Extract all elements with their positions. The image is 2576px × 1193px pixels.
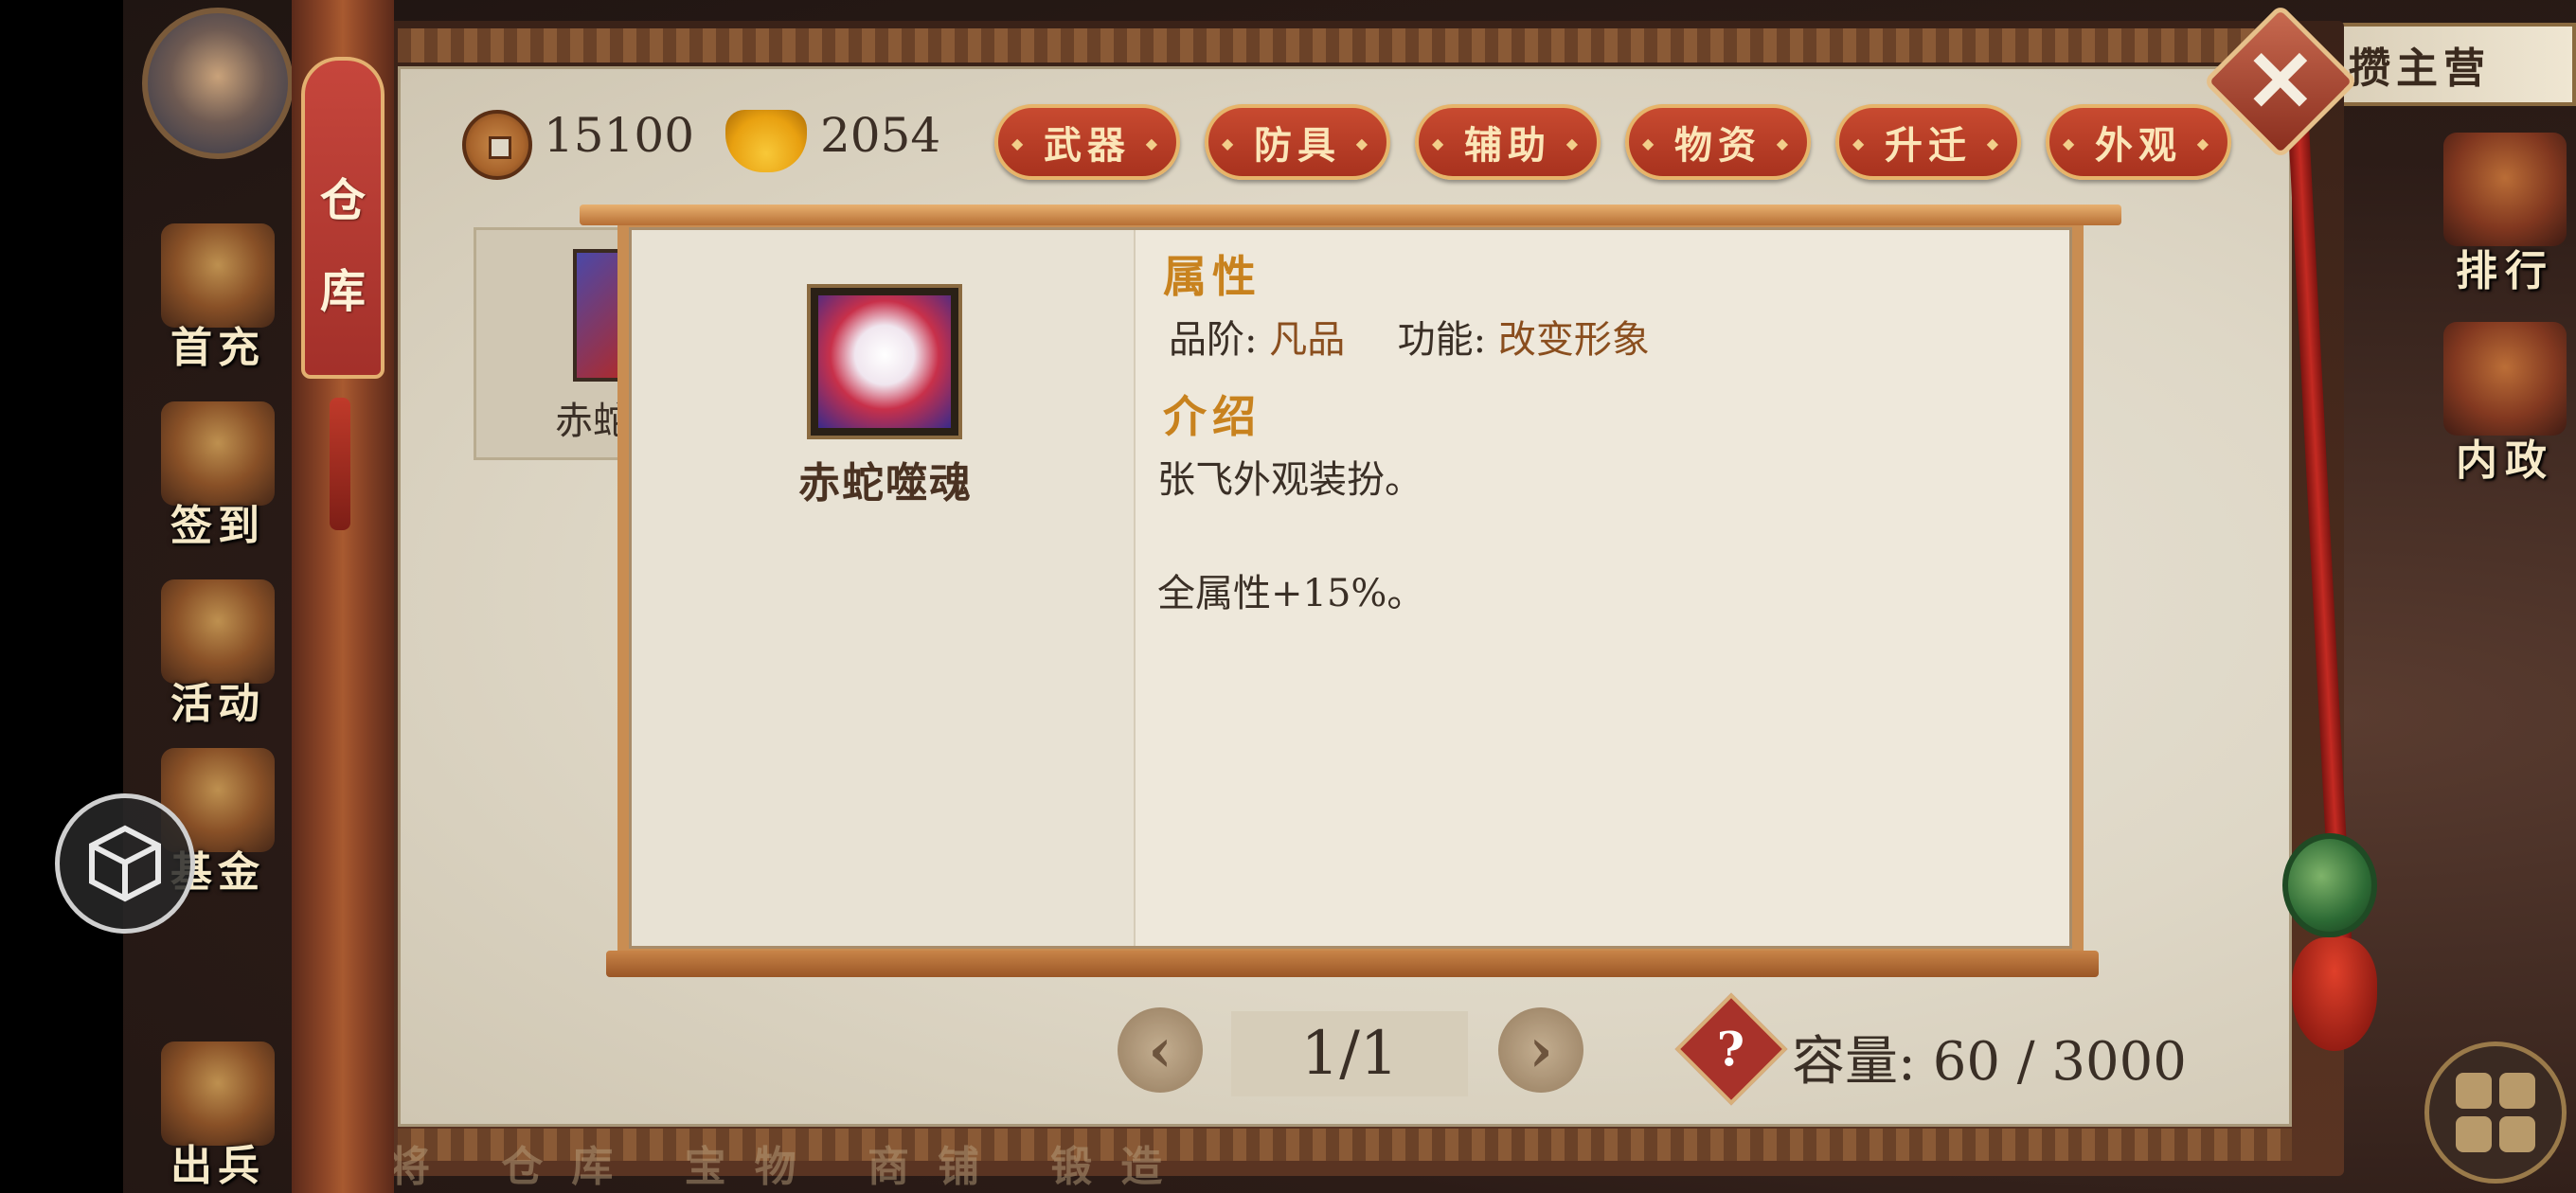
capacity-value: 60 / 3000 (1932, 1031, 2187, 1093)
description-line-2: 全属性+15%。 (1157, 572, 1425, 615)
tab-auxiliary[interactable]: 辅助 (1415, 104, 1601, 180)
first-charge-icon (161, 223, 275, 328)
menu-ranking[interactable]: 排行 (2424, 133, 2576, 295)
warehouse-title-banner: 仓库 (301, 57, 385, 379)
item-name: 赤蛇噬魂 (798, 459, 973, 507)
grid-icon (2456, 1073, 2535, 1152)
deploy-icon (161, 1042, 275, 1146)
grid-menu-button[interactable] (2424, 1042, 2567, 1184)
grade-value: 凡品 (1269, 318, 1346, 362)
bottom-faded-nav: 将 仓库 宝物 商铺 锻造 (388, 1143, 1191, 1191)
menu-label: 内政 (2456, 436, 2554, 485)
question-icon: ? (1717, 1021, 1745, 1077)
description-line-1: 张飞外观装扮。 (1157, 458, 1422, 502)
menu-deploy[interactable]: 出兵 (142, 1042, 294, 1193)
prev-page-button[interactable]: ‹ (1118, 1007, 1203, 1093)
right-title-banner: 攒主营 (2311, 23, 2576, 106)
copper-coin-icon (462, 110, 532, 180)
cube-icon (89, 825, 161, 902)
grade-label: 品阶: (1169, 318, 1258, 362)
left-black-bar (0, 0, 123, 1193)
tab-appearance[interactable]: 外观 (2046, 104, 2231, 180)
menu-label: 首充 (170, 324, 265, 372)
banner-tassel-icon (330, 398, 350, 530)
menu-domestic[interactable]: 内政 (2424, 322, 2576, 485)
menu-checkin[interactable]: 签到 (142, 401, 294, 553)
checkin-icon (161, 401, 275, 506)
tab-supplies[interactable]: 物资 (1625, 104, 1811, 180)
attributes-title: 属性 (1163, 251, 1261, 302)
player-avatar[interactable] (142, 8, 294, 159)
tab-promotion[interactable]: 升迁 (1835, 104, 2021, 180)
page-indicator: 1/1 (1231, 1011, 1468, 1096)
attribute-line: 品阶: 凡品 功能: 改变形象 (1169, 309, 1650, 364)
events-icon (161, 579, 275, 684)
function-label: 功能: (1397, 318, 1487, 362)
arrow-right-icon: › (1529, 1014, 1553, 1086)
next-page-button[interactable]: › (1498, 1007, 1583, 1093)
capacity-label: 容量: (1792, 1031, 1916, 1093)
menu-label: 排行 (2456, 247, 2554, 295)
intro-title: 介绍 (1163, 391, 1261, 442)
menu-label: 出兵 (170, 1142, 265, 1190)
gold-amount: 2054 (820, 108, 941, 163)
item-detail-icon (807, 284, 962, 439)
popup-scroll-bottom (606, 951, 2099, 977)
page-title: 仓库 (319, 174, 366, 318)
popup-scroll-top (580, 205, 2121, 225)
domestic-icon (2443, 322, 2567, 436)
capacity-display: 容量: 60 / 3000 (1792, 1019, 2187, 1095)
ranking-icon (2443, 133, 2567, 246)
jade-pendant-icon (2282, 833, 2377, 937)
close-icon: ✕ (2245, 30, 2317, 132)
menu-label: 活动 (170, 680, 265, 728)
red-snake-avatar-icon (818, 295, 951, 428)
tab-weapons[interactable]: 武器 (994, 104, 1180, 180)
arrow-left-icon: ‹ (1148, 1014, 1172, 1086)
book-edge-top (398, 28, 2292, 62)
red-tassel-icon (2292, 937, 2377, 1051)
function-value: 改变形象 (1497, 318, 1650, 362)
menu-events[interactable]: 活动 (142, 579, 294, 731)
tab-armor[interactable]: 防具 (1205, 104, 1390, 180)
menu-label: 签到 (170, 502, 265, 550)
cube-float-button[interactable] (55, 793, 195, 934)
menu-first-charge[interactable]: 首充 (142, 223, 294, 375)
copper-amount: 15100 (544, 108, 695, 163)
